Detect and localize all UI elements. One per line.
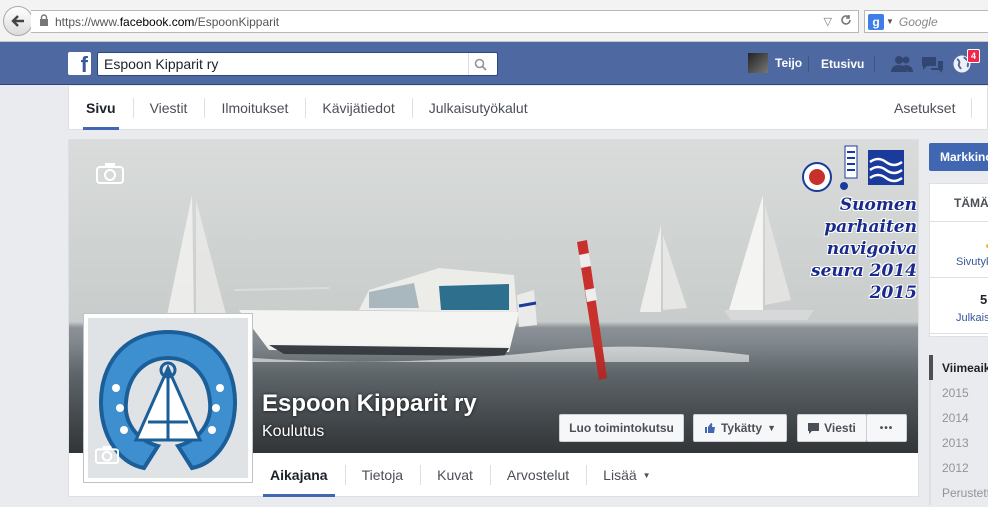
search-button[interactable] — [468, 53, 492, 75]
header-divider — [808, 56, 809, 72]
call-to-action-button[interactable]: Luo toimintokutsu — [559, 414, 684, 442]
url-path: /EspoonKipparit — [194, 14, 280, 29]
caret-down-icon: ▼ — [642, 470, 651, 480]
facebook-header: f Teijo Etusivu 4 — [0, 42, 988, 85]
facebook-search — [97, 52, 498, 76]
year-recent[interactable]: Viimeaikaiset — [929, 355, 988, 380]
search-icon — [474, 58, 487, 71]
overlay-line: Suomen — [839, 195, 917, 215]
call-to-action-label: Luo toimintokutsu — [569, 421, 674, 435]
this-week-panel: TÄMÄ Sivutykkäykset 5 Julkaisun — [929, 183, 988, 337]
change-profile-camera-icon[interactable] — [94, 445, 120, 469]
tab-settings[interactable]: Asetukset — [877, 86, 973, 130]
cover-overlay-text: Suomen parhaiten navigoiva seura 2014 20… — [797, 194, 917, 304]
back-button[interactable] — [3, 6, 33, 36]
year-founded[interactable]: Perustettu — [929, 480, 988, 505]
address-bar[interactable]: https://www. facebook.com/EspoonKipparit … — [31, 10, 859, 33]
page-category[interactable]: Koulutus — [262, 423, 324, 441]
more-dots-icon: ••• — [879, 422, 894, 434]
liked-button[interactable]: Tykätty ▼ — [693, 414, 787, 442]
notification-badge: 4 — [966, 49, 980, 63]
friends-icon — [891, 56, 913, 72]
url-prefix: https://www. — [55, 14, 120, 29]
tab-insights[interactable]: Kävijätiedot — [305, 86, 411, 130]
profile-picture[interactable] — [83, 313, 253, 483]
stat-page-likes[interactable]: Sivutykkäykset — [930, 222, 988, 278]
tab-more[interactable]: Lisää ▼ — [586, 453, 667, 497]
lock-icon — [39, 14, 49, 29]
url-host: facebook.com — [119, 14, 195, 29]
friend-requests-button[interactable] — [890, 54, 914, 74]
year-2013[interactable]: 2013 — [929, 430, 988, 455]
facebook-search-input[interactable] — [98, 54, 468, 74]
user-name: Teijo — [775, 56, 803, 70]
profile-link[interactable]: Teijo — [748, 53, 802, 73]
tab-messages[interactable]: Viestit — [132, 86, 205, 130]
stat-post-reach[interactable]: 5 Julkaisun — [930, 278, 988, 334]
tab-timeline[interactable]: Aikajana — [253, 453, 345, 497]
timeline-tabs: Aikajana Tietoja Kuvat Arvostelut Lisää … — [253, 453, 668, 497]
google-icon: g — [868, 13, 884, 30]
message-icon — [808, 422, 820, 434]
panel-title: TÄMÄ — [930, 184, 988, 222]
message-label: Viesti — [824, 421, 856, 435]
year-2012[interactable]: 2012 — [929, 455, 988, 480]
overlay-line: seura 2014 — [811, 261, 917, 281]
year-2015[interactable]: 2015 — [929, 380, 988, 405]
year-2014[interactable]: 2014 — [929, 405, 988, 430]
search-engine-dropdown-icon[interactable]: ▼ — [886, 17, 894, 26]
stat-label: Sivutykkäykset — [956, 256, 988, 268]
tab-reviews[interactable]: Arvostelut — [489, 453, 586, 497]
thumbs-up-icon — [704, 423, 715, 433]
stat-label: Julkaisun — [956, 312, 988, 324]
overlay-line: navigoiva — [826, 239, 917, 259]
liked-label: Tykätty — [720, 421, 763, 435]
browser-toolbar: https://www. facebook.com/EspoonKipparit … — [0, 0, 988, 42]
page-header: Suomen parhaiten navigoiva seura 2014 20… — [68, 139, 919, 497]
messages-icon — [922, 57, 943, 73]
reload-icon[interactable] — [840, 14, 852, 29]
dropdown-arrow-icon[interactable]: ▽ — [824, 15, 832, 28]
page-admin-tabs: Sivu Viestit Ilmoitukset Kävijätiedot Ju… — [68, 86, 988, 130]
timeline-year-nav: Viimeaikaiset 2015 2014 2013 2012 Perust… — [929, 355, 988, 505]
tab-more-label: Lisää — [603, 467, 637, 483]
notifications-button[interactable]: 4 — [950, 49, 980, 74]
tab-about[interactable]: Tietoja — [344, 453, 421, 497]
home-link[interactable]: Etusivu — [821, 57, 864, 71]
overlay-line: 2015 — [869, 283, 917, 303]
stat-value: 5 — [980, 292, 988, 307]
browser-search-box[interactable]: g ▼ Google — [864, 10, 988, 33]
message-button[interactable]: Viesti — [797, 414, 867, 442]
chevron-down-icon: ▼ — [767, 423, 777, 433]
avatar — [748, 53, 768, 73]
overlay-line: parhaiten — [824, 217, 917, 237]
tab-notifications[interactable]: Ilmoitukset — [204, 86, 305, 130]
tab-publishing-tools[interactable]: Julkaisutyökalut — [411, 86, 545, 130]
back-arrow-icon — [11, 15, 24, 27]
facebook-logo-icon[interactable]: f — [68, 52, 91, 75]
header-divider — [874, 56, 875, 72]
page-title[interactable]: Espoon Kipparit ry — [262, 390, 477, 418]
more-options-button[interactable]: ••• — [866, 414, 907, 442]
messages-button[interactable] — [920, 54, 944, 74]
search-placeholder: Google — [898, 14, 938, 29]
promote-button[interactable]: Markkinoi — [929, 143, 988, 171]
tab-photos[interactable]: Kuvat — [420, 453, 490, 497]
tab-page[interactable]: Sivu — [69, 86, 133, 130]
